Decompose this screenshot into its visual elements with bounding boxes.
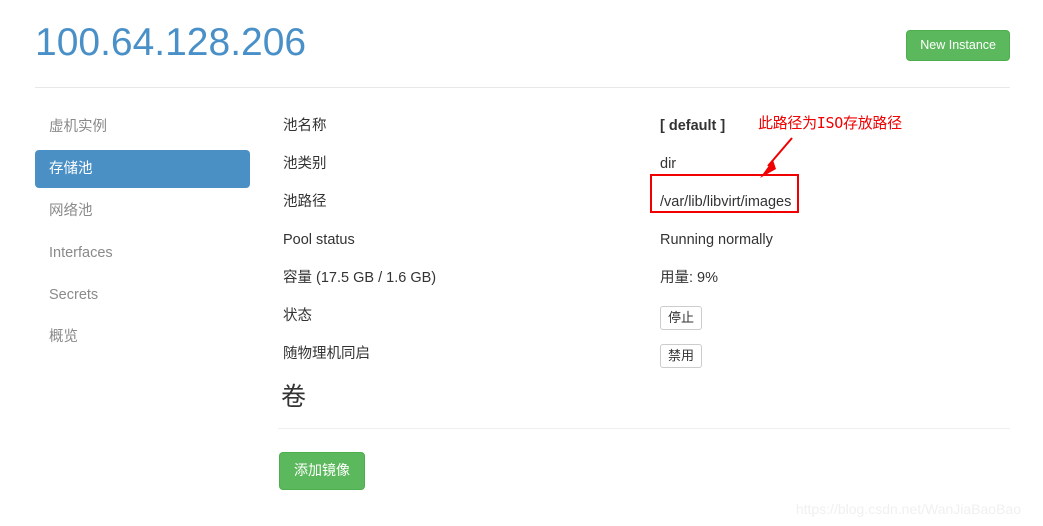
- detail-label-pool-type: 池类别: [283, 156, 327, 172]
- detail-value-pool-type: dir: [660, 156, 677, 172]
- detail-label-capacity: 容量 (17.5 GB / 1.6 GB): [283, 270, 437, 286]
- detail-label-state: 状态: [283, 308, 312, 324]
- detail-value-state: 停止: [660, 306, 703, 330]
- detail-label-pool-path: 池路径: [283, 194, 327, 210]
- app-page: 100.64.128.206 New Instance 虚机实例 存储池 网络池…: [0, 0, 1043, 526]
- add-image-button[interactable]: 添加镜像: [279, 452, 365, 490]
- detail-value-pool-path: /var/lib/libvirt/images: [660, 194, 792, 210]
- annotation-text: 此路径为ISO存放路径: [758, 114, 902, 132]
- sidebar: 虚机实例 存储池 网络池 Interfaces Secrets 概览: [35, 108, 250, 360]
- pool-detail-list: 池名称 [ default ] 池类别 dir 池路径 /var/lib/lib…: [283, 116, 1013, 382]
- sidebar-item-secrets[interactable]: Secrets: [35, 276, 250, 314]
- header-divider: [35, 87, 1010, 88]
- page-title: 100.64.128.206: [35, 21, 307, 64]
- detail-value-autostart: 禁用: [660, 344, 703, 368]
- detail-label-pool-name: 池名称: [283, 118, 327, 134]
- new-instance-button[interactable]: New Instance: [906, 30, 1010, 61]
- sidebar-item-overview[interactable]: 概览: [35, 318, 250, 356]
- volumes-heading: 卷: [281, 383, 307, 411]
- table-row: 池名称 [ default ]: [283, 116, 1013, 154]
- disable-autostart-button[interactable]: 禁用: [660, 344, 703, 368]
- table-row: 随物理机同启 禁用: [283, 344, 1013, 382]
- table-row: 容量 (17.5 GB / 1.6 GB) 用量: 9%: [283, 268, 1013, 306]
- table-row: 状态 停止: [283, 306, 1013, 344]
- table-row: 池路径 /var/lib/libvirt/images: [283, 192, 1013, 230]
- stop-pool-button[interactable]: 停止: [660, 306, 703, 330]
- table-row: 池类别 dir: [283, 154, 1013, 192]
- detail-label-pool-status: Pool status: [283, 232, 355, 248]
- detail-value-pool-name: [ default ]: [660, 118, 726, 134]
- sidebar-item-interfaces[interactable]: Interfaces: [35, 234, 250, 272]
- detail-value-usage: 用量: 9%: [660, 270, 719, 286]
- sidebar-item-network-pool[interactable]: 网络池: [35, 192, 250, 230]
- volumes-divider: [278, 428, 1010, 429]
- sidebar-item-storage-pool[interactable]: 存储池: [35, 150, 250, 188]
- detail-value-pool-status: Running normally: [660, 232, 773, 248]
- sidebar-item-vm-instances[interactable]: 虚机实例: [35, 108, 250, 146]
- detail-label-autostart: 随物理机同启: [283, 346, 370, 362]
- table-row: Pool status Running normally: [283, 230, 1013, 268]
- watermark: https://blog.csdn.net/WanJiaBaoBao: [795, 501, 1021, 517]
